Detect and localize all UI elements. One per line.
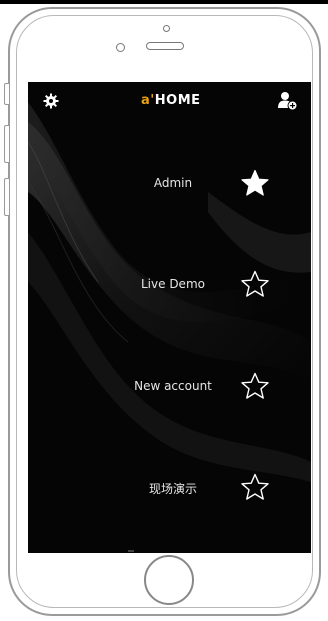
star-outline-icon[interactable] xyxy=(240,473,270,501)
account-row-admin[interactable]: Admin xyxy=(28,164,311,204)
account-row-new-account[interactable]: New account xyxy=(28,367,311,407)
account-row-live-demo[interactable]: Live Demo xyxy=(28,265,311,305)
star-outline-icon[interactable] xyxy=(240,270,270,298)
star-filled-icon[interactable] xyxy=(240,169,270,197)
top-border xyxy=(0,0,328,4)
mute-switch xyxy=(4,83,9,105)
page: a'HOME Admin Live Demo New account 现场演示 xyxy=(0,0,328,621)
volume-up-button xyxy=(4,125,9,163)
star-outline-icon[interactable] xyxy=(240,372,270,400)
gear-icon[interactable] xyxy=(43,93,59,109)
home-button[interactable] xyxy=(144,555,194,605)
volume-down-button xyxy=(4,178,9,216)
app-logo: a'HOME xyxy=(141,93,201,108)
account-label: 现场演示 xyxy=(148,482,197,496)
app-screen: a'HOME Admin Live Demo New account 现场演示 xyxy=(28,82,311,553)
account-label: New account xyxy=(134,379,212,393)
logo-accent: a' xyxy=(141,93,155,108)
app-header: a'HOME xyxy=(28,82,311,120)
front-camera xyxy=(116,43,125,52)
account-label: Live Demo xyxy=(141,277,205,291)
account-row-live-demo-chinese[interactable]: 现场演示 xyxy=(28,468,311,508)
account-label: Admin xyxy=(153,176,193,190)
logo-text: HOME xyxy=(154,93,201,108)
proximity-sensor xyxy=(163,25,170,32)
home-indicator xyxy=(128,550,134,552)
add-user-icon[interactable] xyxy=(278,91,298,111)
earpiece-speaker xyxy=(146,42,184,50)
